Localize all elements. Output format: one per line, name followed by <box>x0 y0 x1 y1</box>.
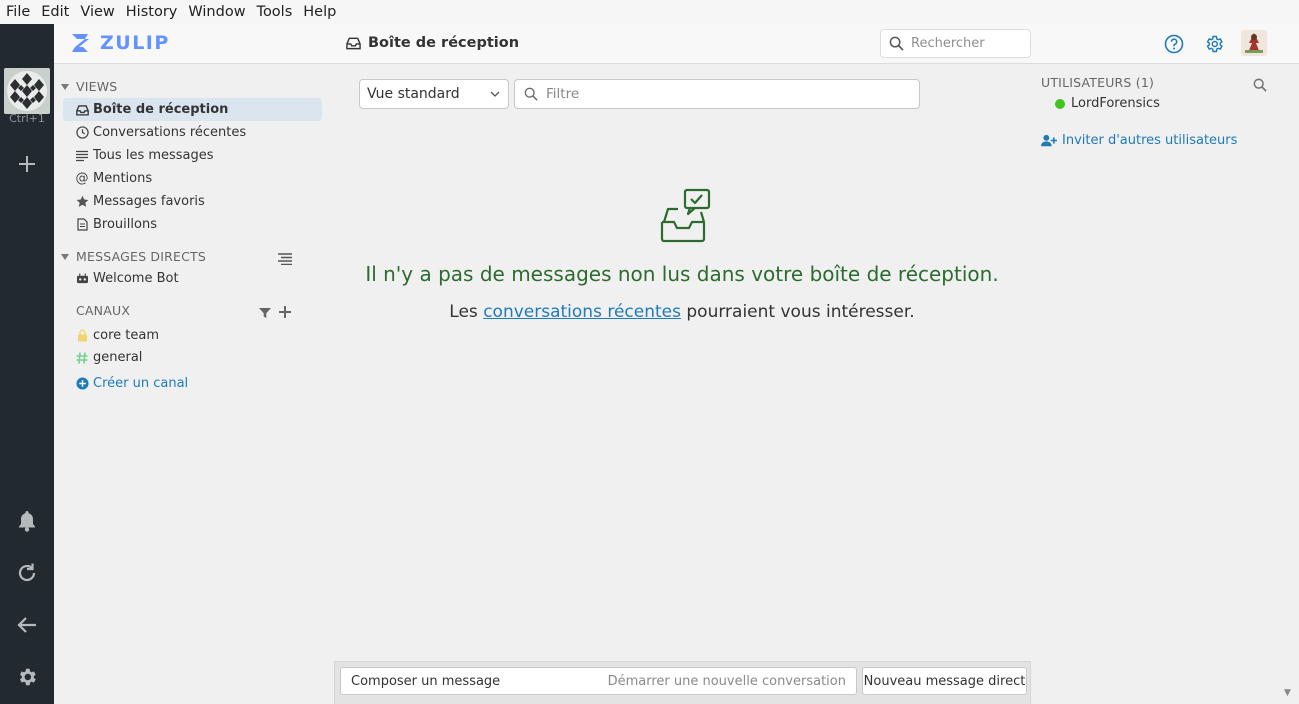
zulip-logo-icon <box>72 34 89 52</box>
presence-active-icon <box>1055 98 1065 109</box>
server-rail: Ctrl+1 <box>0 24 54 704</box>
new-direct-message-button[interactable]: Nouveau message direct <box>862 667 1027 695</box>
all-messages-icon <box>75 149 89 163</box>
inbox-icon <box>75 103 89 117</box>
settings-gear-icon[interactable] <box>13 663 41 691</box>
add-user-icon <box>1041 134 1057 147</box>
nav-inbox[interactable]: Boîte de réception <box>63 98 322 121</box>
add-channel-icon[interactable] <box>279 303 291 322</box>
nav-recent-label: Conversations récentes <box>93 125 247 140</box>
nav-mentions-label: Mentions <box>93 171 153 186</box>
channel-general[interactable]: general <box>63 346 322 369</box>
view-select-value: Vue standard <box>367 86 460 102</box>
user-name: LordForensics <box>1071 96 1160 111</box>
add-organization-icon[interactable] <box>13 150 41 178</box>
view-select[interactable]: Vue standard <box>359 79 509 109</box>
dm-heading: MESSAGES DIRECTS <box>76 249 207 264</box>
chevron-down-icon <box>490 91 500 97</box>
channel-core-team[interactable]: core team <box>63 324 322 347</box>
menu-window[interactable]: Window <box>188 4 245 20</box>
collapse-triangle-icon <box>61 83 69 90</box>
help-icon[interactable] <box>1162 32 1186 56</box>
search-icon <box>524 87 538 101</box>
menu-edit[interactable]: Edit <box>41 4 69 20</box>
invite-users-label: Inviter d'autres utilisateurs <box>1062 133 1238 148</box>
at-icon: @ <box>75 171 89 186</box>
scroll-down-icon[interactable]: ▼ <box>1284 688 1291 698</box>
channels-section-header[interactable]: CANAUX <box>76 303 130 318</box>
collapse-triangle-icon <box>61 253 69 260</box>
nav-inbox-label: Boîte de réception <box>93 102 229 117</box>
create-channel-link[interactable]: Créer un canal <box>63 372 322 395</box>
compose-hint: Démarrer une nouvelle conversation <box>607 673 846 689</box>
menu-file[interactable]: File <box>6 4 30 20</box>
nav-drafts-label: Brouillons <box>93 217 157 232</box>
nav-drafts[interactable]: Brouillons <box>63 213 322 236</box>
menu-help[interactable]: Help <box>303 4 336 20</box>
hash-icon <box>75 351 89 365</box>
channel-core-team-label: core team <box>93 328 160 343</box>
dm-welcome-bot[interactable]: Welcome Bot <box>63 267 322 290</box>
users-heading: UTILISATEURS (1) <box>1041 75 1155 90</box>
nav-all-messages-label: Tous les messages <box>93 148 214 163</box>
search-input[interactable]: Rechercher <box>880 29 1031 58</box>
filter-placeholder: Filtre <box>546 86 580 102</box>
zulip-logo[interactable]: ZULIP <box>68 31 170 55</box>
lock-icon <box>75 329 89 343</box>
page-title: Boîte de réception <box>346 35 519 51</box>
filter-channels-icon[interactable] <box>259 304 271 323</box>
clock-icon <box>75 126 89 140</box>
menu-view[interactable]: View <box>80 4 114 20</box>
menu-tools[interactable]: Tools <box>257 4 293 20</box>
nav-starred[interactable]: Messages favoris <box>63 190 322 213</box>
logo-text: ZULIP <box>100 32 170 54</box>
bell-icon[interactable] <box>13 507 41 535</box>
recent-conversations-link[interactable]: conversations récentes <box>483 302 681 322</box>
nav-all-messages[interactable]: Tous les messages <box>63 144 322 167</box>
search-placeholder: Rechercher <box>911 36 985 51</box>
search-icon <box>889 36 904 51</box>
reload-icon[interactable] <box>13 559 41 587</box>
page-title-text: Boîte de réception <box>368 35 520 51</box>
invite-users-link[interactable]: Inviter d'autres utilisateurs <box>1041 133 1237 148</box>
star-icon <box>75 195 89 209</box>
channel-general-label: general <box>93 350 143 365</box>
back-arrow-icon[interactable] <box>13 611 41 639</box>
bot-icon <box>75 272 89 286</box>
drafts-icon <box>75 218 89 232</box>
create-channel-label: Créer un canal <box>93 376 189 391</box>
menu-history[interactable]: History <box>126 4 178 20</box>
views-section-header[interactable]: VIEWS <box>61 79 117 94</box>
user-avatar[interactable] <box>1241 30 1267 56</box>
channels-heading: CANAUX <box>76 303 131 318</box>
empty-state-subtitle: Les conversations récentes pourraient vo… <box>334 302 1030 322</box>
plus-circle-icon <box>75 377 89 391</box>
nav-recent-conversations[interactable]: Conversations récentes <box>63 121 322 144</box>
organization-icon[interactable] <box>4 68 50 114</box>
left-sidebar: VIEWS Boîte de réception Conversations r… <box>54 65 334 704</box>
nav-mentions[interactable]: @ Mentions <box>63 167 322 190</box>
empty-state-title: Il n'y a pas de messages non lus dans vo… <box>365 262 999 286</box>
dm-section-header[interactable]: MESSAGES DIRECTS <box>61 249 206 264</box>
user-list-item[interactable]: LordForensics <box>1055 96 1160 111</box>
compose-label: Composer un message <box>351 673 501 689</box>
os-menubar: File Edit View History Window Tools Help <box>0 0 1299 24</box>
filter-input[interactable]: Filtre <box>514 79 920 109</box>
gear-icon[interactable] <box>1202 32 1226 56</box>
org-shortcut-label: Ctrl+1 <box>9 112 45 125</box>
dm-welcome-bot-label: Welcome Bot <box>93 271 179 286</box>
user-search-icon[interactable] <box>1253 77 1267 96</box>
nav-starred-label: Messages favoris <box>93 194 205 209</box>
empty-sub-before: Les <box>449 302 484 322</box>
empty-sub-after: pourraient vous intéresser. <box>680 302 915 322</box>
compose-message-button[interactable]: Composer un message Démarrer une nouvell… <box>340 667 857 695</box>
inbox-icon <box>346 37 361 50</box>
views-heading: VIEWS <box>76 79 118 94</box>
compose-bar: Composer un message Démarrer une nouvell… <box>334 661 1031 704</box>
app-header: ZULIP Boîte de réception Rechercher <box>54 24 1299 64</box>
empty-inbox-icon <box>659 188 713 244</box>
